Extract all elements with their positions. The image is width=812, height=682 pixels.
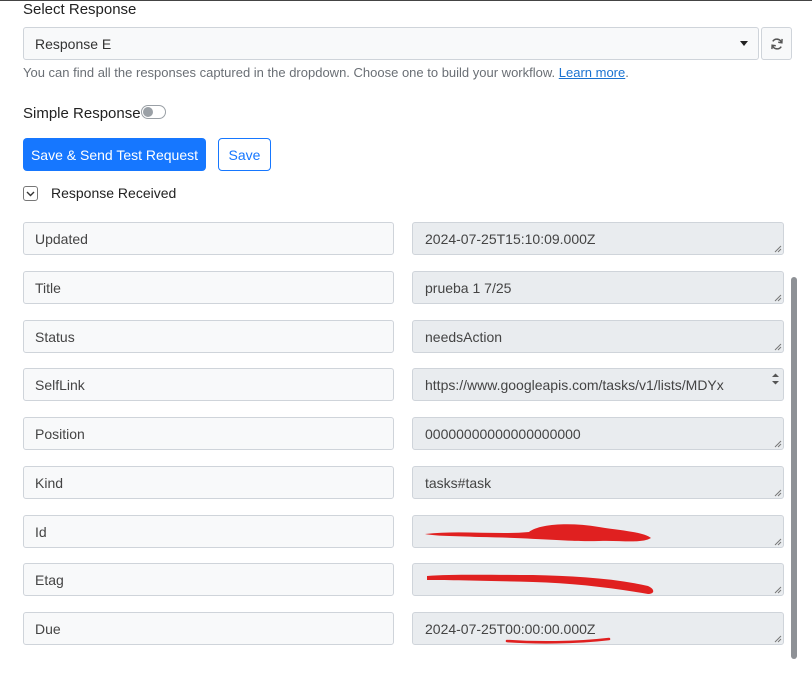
field-value[interactable] (412, 515, 784, 548)
field-key: Title (23, 271, 394, 304)
field-key: Updated (23, 222, 394, 255)
helper-end: . (625, 65, 629, 80)
field-value[interactable]: needsAction (412, 320, 784, 353)
field-value[interactable]: 00000000000000000000 (412, 417, 784, 450)
field-row-status: Status needsAction (23, 320, 784, 353)
refresh-button[interactable] (761, 27, 792, 60)
red-underline-mark (505, 637, 611, 644)
resize-grip-icon[interactable] (773, 293, 782, 302)
field-key: Etag (23, 563, 394, 596)
field-value[interactable]: https://www.googleapis.com/tasks/v1/list… (412, 368, 784, 401)
select-response-label: Select Response (23, 1, 137, 18)
response-received-label: Response Received (51, 185, 177, 201)
field-key: SelfLink (23, 368, 394, 401)
resize-grip-icon[interactable] (773, 342, 782, 351)
field-value[interactable]: 2024-07-25T00:00:00.000Z (412, 612, 784, 645)
chevron-down-icon (740, 41, 748, 46)
scroll-arrows-icon[interactable] (771, 372, 780, 386)
resize-grip-icon[interactable] (773, 244, 782, 253)
resize-grip-icon[interactable] (773, 488, 782, 497)
chevron-down-icon (26, 191, 35, 196)
redaction-scribble (425, 524, 651, 542)
field-key: Position (23, 417, 394, 450)
field-value-text: needsAction (425, 329, 503, 345)
field-row-id: Id (23, 515, 784, 548)
field-row-due: Due 2024-07-25T00:00:00.000Z (23, 612, 784, 645)
field-value[interactable]: tasks#task (412, 466, 784, 499)
field-key: Status (23, 320, 394, 353)
field-key: Kind (23, 466, 394, 499)
resize-grip-icon[interactable] (773, 537, 782, 546)
toggle-knob (143, 107, 153, 117)
field-value-text: https://www.googleapis.com/tasks/v1/list… (425, 377, 724, 393)
response-dropdown[interactable]: Response E (23, 27, 759, 60)
field-value-text: 2024-07-25T15:10:09.000Z (425, 231, 596, 247)
dropdown-helper-text: You can find all the responses captured … (23, 65, 629, 80)
field-value[interactable]: prueba 1 7/25 (412, 271, 784, 304)
simple-response-label: Simple Response (23, 105, 141, 122)
simple-response-toggle[interactable] (141, 105, 166, 119)
field-key: Id (23, 515, 394, 548)
field-row-selflink: SelfLink https://www.googleapis.com/task… (23, 368, 784, 401)
field-row-updated: Updated 2024-07-25T15:10:09.000Z (23, 222, 784, 255)
field-row-title: Title prueba 1 7/25 (23, 271, 784, 304)
field-row-kind: Kind tasks#task (23, 466, 784, 499)
field-value-text: prueba 1 7/25 (425, 280, 512, 296)
collapse-toggle[interactable] (23, 186, 38, 201)
field-row-position: Position 00000000000000000000 (23, 417, 784, 450)
resize-grip-icon[interactable] (773, 585, 782, 594)
response-dropdown-value: Response E (35, 36, 112, 52)
field-value-text: 00000000000000000000 (425, 426, 581, 442)
field-key: Due (23, 612, 394, 645)
field-value[interactable]: 2024-07-25T15:10:09.000Z (412, 222, 784, 255)
redaction-scribble (427, 574, 654, 594)
save-button[interactable]: Save (218, 138, 271, 171)
resize-grip-icon[interactable] (773, 439, 782, 448)
field-value-text: tasks#task (425, 475, 492, 491)
save-send-test-button[interactable]: Save & Send Test Request (23, 138, 206, 171)
field-value[interactable] (412, 563, 784, 596)
resize-grip-icon[interactable] (773, 634, 782, 643)
refresh-icon (770, 37, 783, 50)
helper-text: You can find all the responses captured … (23, 65, 556, 80)
learn-more-link[interactable]: Learn more (559, 65, 625, 80)
field-row-etag: Etag (23, 563, 784, 596)
field-value-text: 2024-07-25T00:00:00.000Z (425, 621, 596, 637)
scrollbar-thumb[interactable] (791, 277, 797, 659)
